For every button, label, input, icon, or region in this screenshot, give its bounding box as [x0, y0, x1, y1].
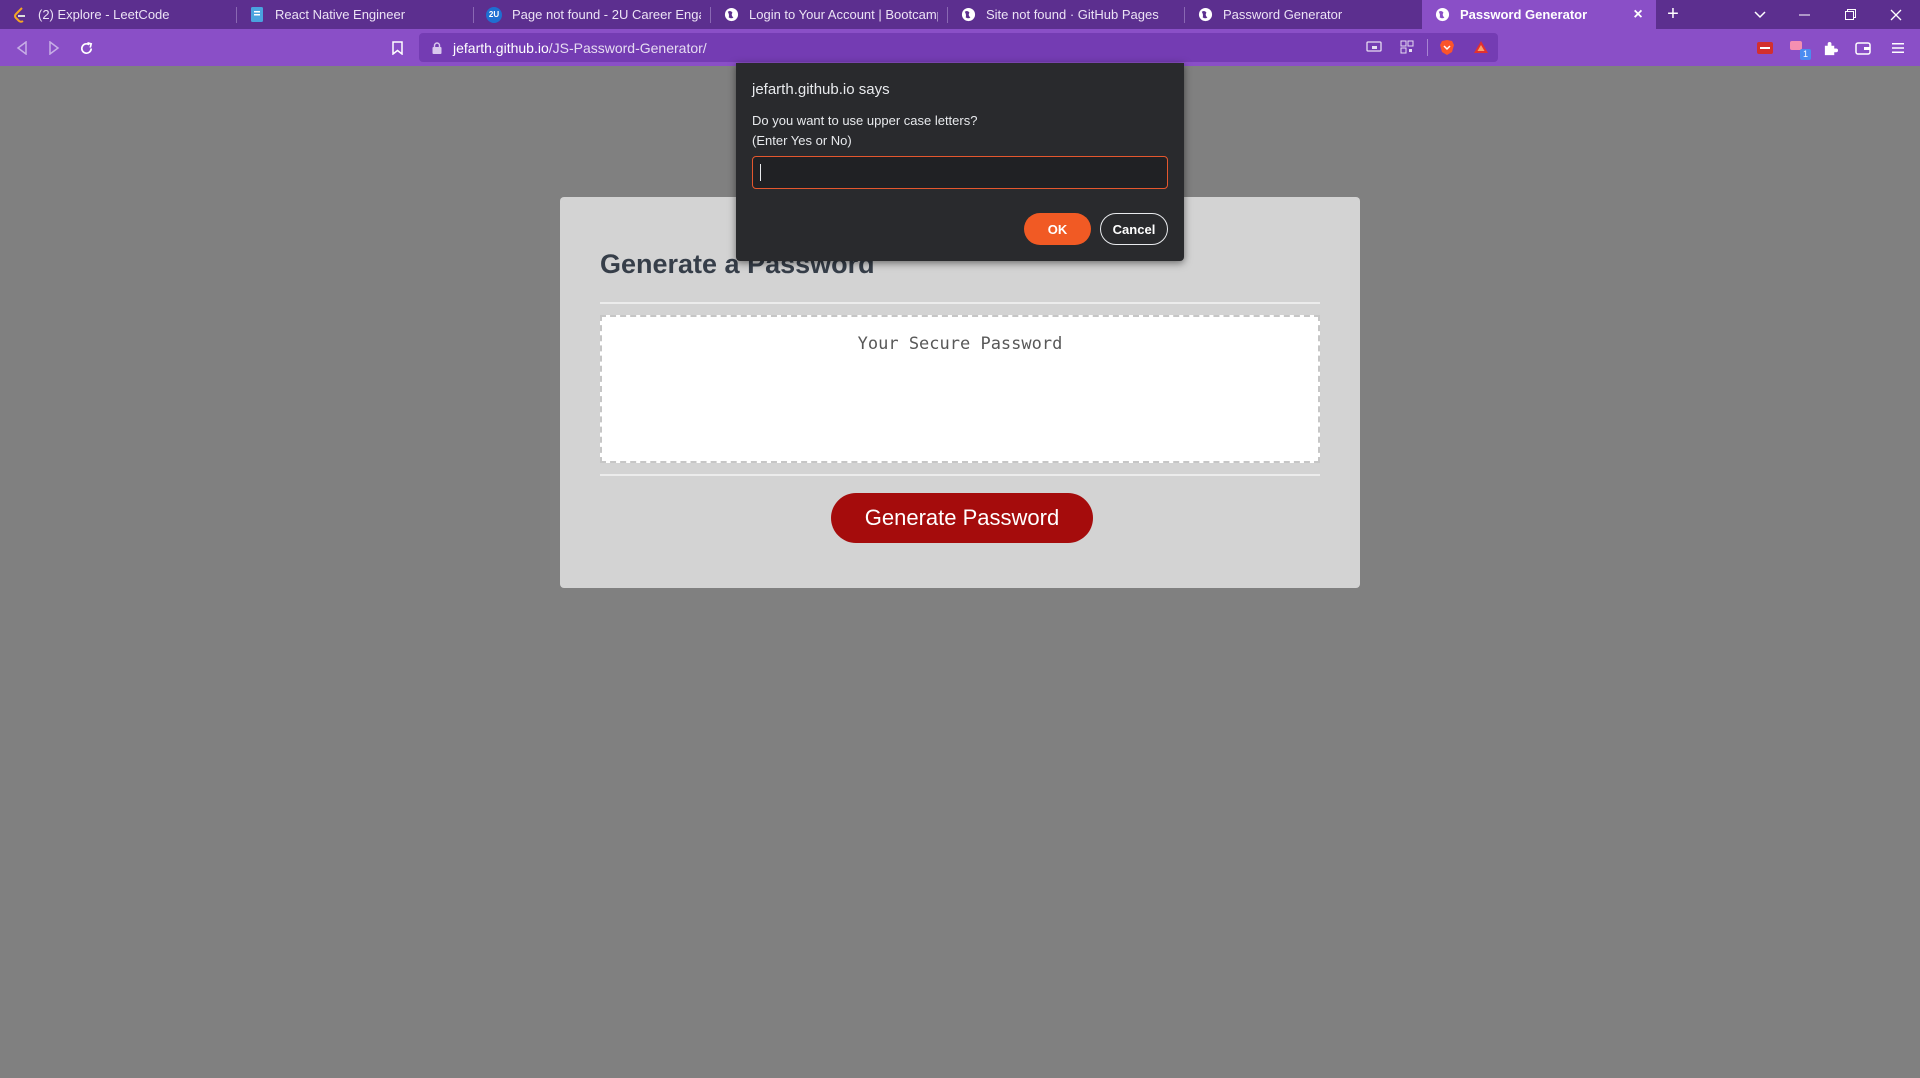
qr-code-icon[interactable] [1400, 40, 1414, 59]
tab-title: Page not found - 2U Career Engagem [512, 7, 701, 22]
url-text: jefarth.github.io/JS-Password-Generator/ [453, 40, 707, 56]
ok-button[interactable]: OK [1024, 213, 1091, 245]
tab-leetcode[interactable]: (2) Explore - LeetCode [0, 0, 237, 29]
2u-icon-text: 2U [488, 10, 500, 19]
globe-icon [1197, 7, 1213, 23]
globe-icon [1434, 7, 1450, 23]
tab-title: Password Generator [1223, 7, 1343, 22]
tab-password-generator[interactable]: Password Generator [1185, 0, 1422, 29]
globe-icon [723, 7, 739, 23]
tab-bootcamp-login[interactable]: Login to Your Account | Bootcamp Sp [711, 0, 948, 29]
leetcode-icon [12, 6, 28, 23]
2u-icon: 2U [486, 6, 502, 23]
tab-list-chevron-icon[interactable] [1740, 0, 1780, 29]
url-path: /JS-Password-Generator/ [548, 40, 707, 56]
close-tab-icon[interactable]: × [1630, 6, 1646, 23]
extension-badge-count: 1 [1799, 49, 1811, 60]
minimize-icon[interactable] [1781, 0, 1827, 29]
prompt-input[interactable] [752, 156, 1168, 189]
tab-title: React Native Engineer [275, 7, 406, 22]
divider [600, 302, 1320, 304]
password-display [600, 315, 1320, 463]
generate-password-button[interactable]: Generate Password [831, 493, 1093, 543]
extension-red-icon[interactable] [1754, 37, 1776, 59]
prompt-dialog: jefarth.github.io says Do you want to us… [736, 63, 1184, 261]
reload-icon[interactable] [75, 37, 97, 59]
puzzle-extensions-icon[interactable] [1819, 37, 1841, 59]
password-textarea[interactable] [602, 317, 1318, 461]
restore-icon[interactable] [1827, 0, 1873, 29]
dialog-message-line: (Enter Yes or No) [752, 133, 852, 148]
cast-icon[interactable] [1366, 40, 1382, 59]
forward-icon[interactable] [43, 37, 65, 59]
text-caret [760, 164, 761, 181]
extension-badge-icon[interactable]: 1 [1787, 37, 1811, 60]
tab-2u-career[interactable]: 2U Page not found - 2U Career Engagem [474, 0, 711, 29]
menu-icon[interactable] [1887, 37, 1909, 59]
address-bar[interactable]: jefarth.github.io/JS-Password-Generator/ [419, 33, 1498, 62]
document-icon [249, 7, 265, 23]
divider [600, 474, 1320, 476]
tab-title: Site not found · GitHub Pages [986, 7, 1159, 22]
tab-title: Password Generator [1460, 7, 1588, 22]
dialog-message-line: Do you want to use upper case letters? [752, 113, 978, 128]
tab-password-generator-active[interactable]: Password Generator × [1422, 0, 1656, 29]
tab-title: (2) Explore - LeetCode [38, 7, 170, 22]
lock-icon[interactable] [432, 41, 442, 59]
browser-toolbar: jefarth.github.io/JS-Password-Generator/… [0, 29, 1920, 66]
tab-site-not-found[interactable]: Site not found · GitHub Pages [948, 0, 1185, 29]
cancel-button[interactable]: Cancel [1100, 213, 1168, 245]
divider [1427, 39, 1428, 56]
tab-react-native-engineer[interactable]: React Native Engineer [237, 0, 474, 29]
wallet-icon[interactable] [1852, 37, 1874, 59]
new-tab-button[interactable]: + [1656, 0, 1690, 29]
back-icon[interactable] [11, 37, 33, 59]
dialog-title: jefarth.github.io says [752, 81, 890, 98]
globe-icon [960, 7, 976, 23]
dialog-message: Do you want to use upper case letters? (… [752, 111, 977, 151]
tab-strip: (2) Explore - LeetCode React Native Engi… [0, 0, 1920, 29]
tab-title: Login to Your Account | Bootcamp Sp [749, 7, 938, 22]
brave-shields-icon[interactable] [1439, 39, 1455, 61]
close-window-icon[interactable] [1873, 0, 1919, 29]
brave-rewards-icon[interactable] [1473, 40, 1489, 59]
url-host: jefarth.github.io [453, 40, 549, 56]
bookmark-icon[interactable] [386, 37, 408, 59]
